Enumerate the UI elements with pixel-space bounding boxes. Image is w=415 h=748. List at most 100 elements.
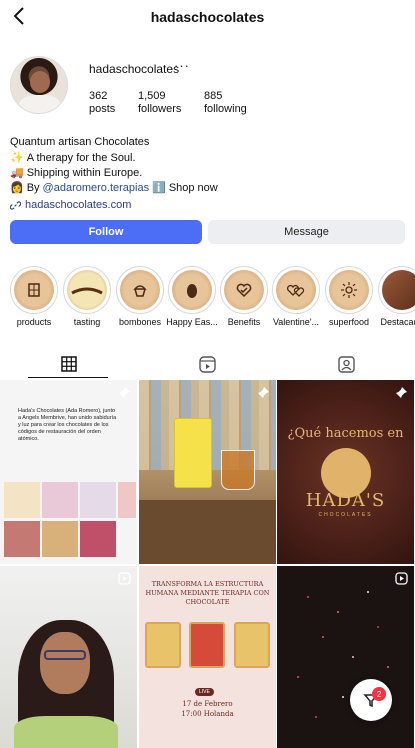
bio-website-text: hadaschocolates.com (25, 199, 132, 211)
stat-following-label: following (204, 103, 247, 115)
highlight-label: Destacado (380, 317, 415, 327)
highlight-products[interactable]: products (10, 266, 58, 327)
bio-website[interactable]: hadaschocolates.com (10, 198, 410, 213)
tab-tagged[interactable] (277, 350, 415, 378)
tab-posts-grid[interactable] (0, 350, 138, 378)
avatar-face (30, 71, 50, 93)
page-title: hadaschocolates (150, 9, 265, 25)
highlight-ring (63, 266, 111, 314)
highlight-ring (220, 266, 268, 314)
tab-reels[interactable] (138, 350, 276, 378)
post-5-photo (189, 622, 225, 668)
photo-icon (382, 270, 415, 310)
bio-line-1-text: A therapy for the Soul. (26, 152, 136, 164)
highlight-cover (329, 270, 369, 310)
sparkles-icon: ✨ (10, 152, 24, 164)
highlight-cover (172, 270, 212, 310)
highlight-ring (325, 266, 373, 314)
post-4-face (40, 632, 90, 694)
highlight-ring (116, 266, 164, 314)
highlight-destacado[interactable]: Destacado (378, 266, 415, 327)
post-2-bag (174, 418, 212, 488)
avatar-shirt (19, 95, 61, 113)
tab-active-indicator (28, 377, 108, 378)
heart-check-icon (236, 283, 252, 298)
highlight-cover (224, 270, 264, 310)
bio-mention-link[interactable]: @adaromero.terapias (43, 181, 150, 196)
highlight-cover (276, 270, 316, 310)
stat-posts-label: posts (89, 103, 116, 115)
follow-button[interactable]: Follow (10, 220, 202, 244)
pin-icon (258, 387, 269, 398)
post-6-spark (337, 611, 339, 613)
bio-line-3: 👩 By @adaromero.terapias ℹ️ Shop now (10, 181, 410, 196)
post-4[interactable] (0, 566, 137, 748)
post-6[interactable] (277, 566, 414, 748)
highlight-happy-easter[interactable]: Happy Eas... (166, 266, 218, 327)
stat-posts-value: 362 (89, 90, 108, 102)
chocolate-bar-icon (28, 283, 40, 297)
highlight-label: products (16, 317, 52, 327)
post-3-sub: CHOCOLATES (318, 512, 373, 518)
highlight-bombones[interactable]: bombones (116, 266, 164, 327)
info-icon: ℹ️ (152, 182, 166, 194)
post-1-tile (80, 482, 116, 518)
stat-following-value: 885 (204, 90, 223, 102)
highlight-superfood[interactable]: superfood (325, 266, 373, 327)
post-6-spark (367, 591, 369, 593)
avatar[interactable] (10, 56, 68, 114)
profile-username: hadaschocolates (89, 62, 180, 76)
bio-line-1: ✨ A therapy for the Soul. (10, 151, 410, 166)
stat-following[interactable]: 885 following (204, 90, 247, 116)
highlight-label: superfood (328, 317, 370, 327)
post-5[interactable]: TRANSFORMA LA ESTRUCTURA HUMANA MEDIANTE… (139, 566, 276, 748)
stat-followers[interactable]: 1,509 followers (138, 90, 181, 116)
reels-icon (198, 355, 216, 373)
post-3-brand: HADA'S (305, 490, 386, 511)
post-5-photo (234, 622, 270, 668)
post-5-date: 17 de Febrero (182, 700, 233, 708)
easter-egg-icon (187, 284, 197, 298)
highlight-cover (14, 270, 54, 310)
message-button[interactable]: Message (208, 220, 405, 244)
stat-followers-label: followers (138, 103, 182, 115)
post-6-spark (377, 626, 379, 628)
highlight-ring (168, 266, 216, 314)
post-2[interactable] (139, 380, 276, 564)
post-6-spark (352, 656, 354, 658)
post-3[interactable]: ¿Qué hacemos en HADA'S CHOCOLATES (277, 380, 414, 564)
post-5-photo (145, 622, 181, 668)
post-2-cup (221, 450, 255, 490)
pin-icon (396, 387, 407, 398)
highlight-benefits[interactable]: Benefits (220, 266, 268, 327)
highlight-label: tasting (73, 317, 101, 327)
reel-icon (118, 572, 131, 585)
post-1-caption: Hada's Chocolates (Ada Romero), junto a … (18, 408, 117, 442)
bio-line-2: 🚚 Shipping within Europe. (10, 166, 410, 181)
delivery-truck-icon: 🚚 (10, 167, 24, 179)
more-dots-icon[interactable]: ··· (174, 58, 190, 73)
post-6-spark (387, 666, 389, 668)
highlight-cover (120, 270, 160, 310)
chocolate-logo-icon (71, 287, 103, 295)
notification-badge: 2 (372, 687, 386, 701)
bio-line-2-text: Shipping within Europe. (26, 167, 143, 179)
post-4-glasses (44, 650, 86, 660)
highlight-label: bombones (118, 317, 162, 327)
floating-action-button[interactable]: 2 (350, 679, 392, 721)
post-1-tile (42, 521, 78, 557)
highlight-ring (378, 266, 415, 314)
bio-name: Quantum artisan Chocolates (10, 136, 150, 148)
post-4-shirt (14, 716, 118, 748)
post-1-tile (42, 482, 78, 518)
post-1[interactable]: Hada's Chocolates (Ada Romero), junto a … (0, 380, 137, 564)
bio-line-3-prefix: By (26, 182, 40, 194)
highlight-valentines[interactable]: Valentine'... (272, 266, 320, 327)
highlight-tasting[interactable]: tasting (63, 266, 111, 327)
top-bar: hadaschocolates (0, 0, 415, 34)
link-icon (10, 201, 21, 210)
reel-icon (395, 572, 408, 585)
stat-posts[interactable]: 362 posts (89, 90, 115, 116)
pin-icon (119, 387, 130, 398)
post-5-live-badge: LIVE (195, 688, 214, 696)
